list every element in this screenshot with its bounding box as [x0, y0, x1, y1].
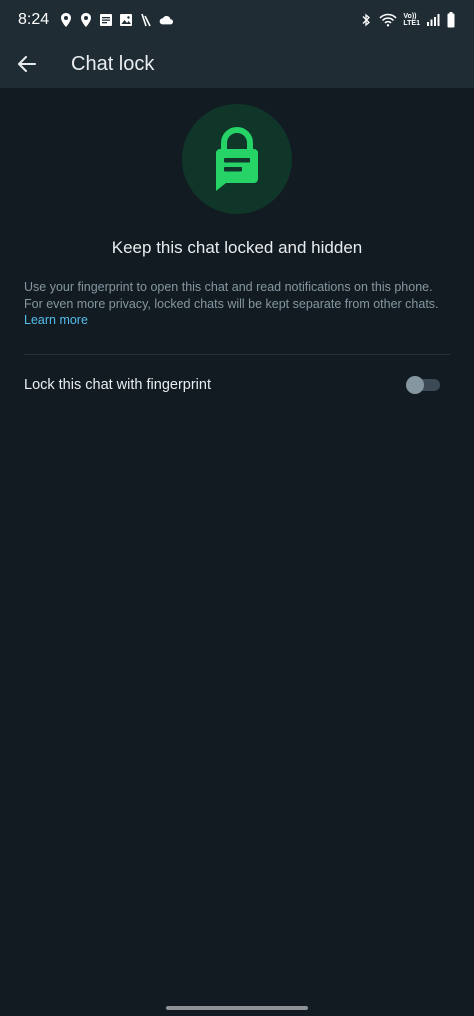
- fingerprint-lock-label: Lock this chat with fingerprint: [24, 377, 211, 393]
- fingerprint-lock-toggle[interactable]: [406, 376, 440, 394]
- status-left: 8:24: [18, 11, 174, 29]
- cloud-icon: [159, 13, 174, 27]
- hero-circle: [182, 104, 292, 214]
- gesture-nav-handle[interactable]: [166, 1006, 308, 1010]
- signal-icon: [426, 13, 440, 27]
- arrow-left-icon: [18, 56, 36, 72]
- notes-icon: [99, 13, 113, 27]
- volte-icon: Vo)) LTE1: [403, 13, 420, 27]
- app-bar: Chat lock: [0, 40, 474, 88]
- page-title: Chat lock: [71, 52, 155, 75]
- status-right: Vo)) LTE1: [359, 12, 456, 28]
- toggle-thumb: [406, 376, 424, 394]
- volte-line-1: Vo)): [403, 13, 417, 20]
- back-button[interactable]: [0, 40, 54, 88]
- divider: [24, 354, 450, 355]
- fingerprint-lock-row[interactable]: Lock this chat with fingerprint: [0, 356, 474, 414]
- description: Use your fingerprint to open this chat a…: [24, 279, 454, 329]
- learn-more-link[interactable]: Learn more: [24, 313, 88, 327]
- status-bar: 8:24 Vo)) LTE1: [0, 0, 474, 40]
- wifi-icon: [379, 13, 397, 27]
- headline: Keep this chat locked and hidden: [111, 238, 363, 257]
- battery-icon: [446, 12, 456, 28]
- gallery-icon: [119, 13, 133, 27]
- bluetooth-icon: [359, 13, 373, 27]
- locked-chat-icon: [212, 127, 262, 191]
- description-text: Use your fingerprint to open this chat a…: [24, 280, 439, 311]
- volte-line-2: LTE1: [403, 20, 420, 27]
- status-time: 8:24: [18, 11, 50, 28]
- location-icon: [79, 13, 93, 27]
- location-icon: [59, 13, 73, 27]
- activity-icon: [139, 13, 153, 27]
